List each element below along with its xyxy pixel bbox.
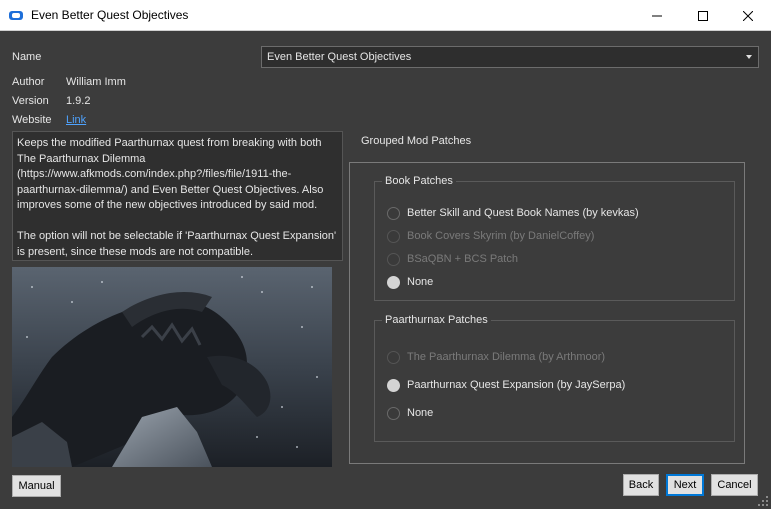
- radio-label: None: [407, 276, 434, 288]
- cancel-button[interactable]: Cancel: [711, 474, 758, 496]
- name-select-value: Even Better Quest Objectives: [267, 51, 412, 63]
- title-bar: Even Better Quest Objectives: [0, 0, 771, 31]
- next-button[interactable]: Next: [666, 474, 704, 496]
- minimize-button[interactable]: [634, 0, 680, 31]
- maximize-icon: [698, 10, 708, 21]
- resize-grip-icon[interactable]: [757, 495, 769, 507]
- back-button[interactable]: Back: [623, 474, 659, 496]
- radio-paarthurnax-option-1: The Paarthurnax Dilemma (by Arthmoor): [387, 348, 605, 366]
- paarthurnax-patches-title: Paarthurnax Patches: [382, 314, 491, 326]
- radio-label: Better Skill and Quest Book Names (by ke…: [407, 207, 639, 219]
- app-icon: [9, 11, 23, 20]
- radio-paarthurnax-none[interactable]: None: [387, 404, 433, 422]
- radio-book-option-1[interactable]: Better Skill and Quest Book Names (by ke…: [387, 204, 639, 222]
- description-box: Keeps the modified Paarthurnax quest fro…: [12, 131, 343, 261]
- version-label: Version: [12, 95, 49, 107]
- minimize-icon: [652, 15, 662, 16]
- version-value: 1.9.2: [66, 95, 91, 107]
- close-icon: [743, 10, 753, 21]
- radio-label: Book Covers Skyrim (by DanielCoffey): [407, 230, 595, 242]
- name-label: Name: [12, 51, 42, 63]
- mod-image: [12, 267, 332, 467]
- close-button[interactable]: [725, 0, 771, 31]
- radio-icon: [387, 206, 400, 220]
- radio-label: BSaQBN + BCS Patch: [407, 253, 518, 265]
- website-label: Website: [12, 114, 52, 126]
- radio-icon: [387, 406, 400, 420]
- radio-book-option-2: Book Covers Skyrim (by DanielCoffey): [387, 227, 594, 245]
- radio-icon: [387, 252, 400, 266]
- maximize-button[interactable]: [680, 0, 726, 31]
- radio-icon: [387, 378, 400, 392]
- group-title: Grouped Mod Patches: [361, 135, 472, 147]
- dragon-image: [12, 267, 332, 467]
- radio-label: Paarthurnax Quest Expansion (by JaySerpa…: [407, 379, 626, 391]
- radio-paarthurnax-option-2[interactable]: Paarthurnax Quest Expansion (by JaySerpa…: [387, 376, 625, 394]
- window-title: Even Better Quest Objectives: [31, 8, 189, 22]
- name-select[interactable]: Even Better Quest Objectives: [261, 46, 759, 68]
- book-patches-title: Book Patches: [382, 175, 456, 187]
- chevron-down-icon: [746, 55, 752, 59]
- manual-button[interactable]: Manual: [12, 475, 61, 497]
- website-link[interactable]: Link: [66, 114, 86, 126]
- radio-book-none[interactable]: None: [387, 273, 433, 291]
- author-value: William Imm: [66, 76, 126, 88]
- radio-book-option-3: BSaQBN + BCS Patch: [387, 250, 518, 268]
- author-label: Author: [12, 76, 45, 88]
- radio-label: The Paarthurnax Dilemma (by Arthmoor): [407, 351, 606, 363]
- radio-icon: [387, 229, 400, 243]
- radio-icon: [387, 275, 400, 289]
- radio-icon: [387, 350, 400, 364]
- radio-label: None: [407, 407, 434, 419]
